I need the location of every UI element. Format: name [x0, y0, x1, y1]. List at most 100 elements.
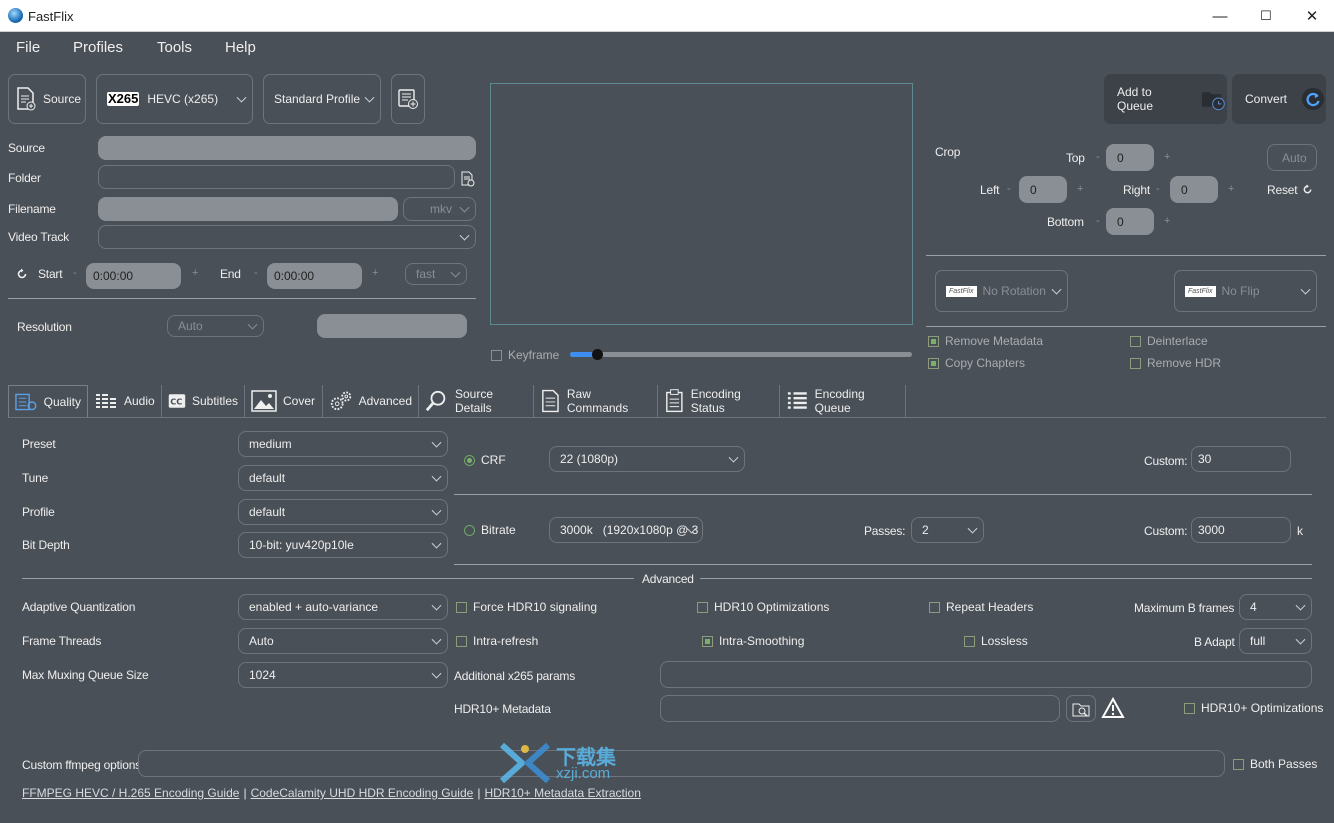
- crop-top-label: Top: [1066, 151, 1085, 165]
- copy-chapters-checkbox[interactable]: Copy Chapters: [928, 356, 1025, 370]
- codecalamity-guide-link[interactable]: CodeCalamity UHD HDR Encoding Guide: [251, 786, 474, 800]
- rotation-select[interactable]: FastFlix No Rotation: [935, 270, 1068, 312]
- close-button[interactable]: ✕: [1289, 0, 1334, 32]
- tab-encoding-status[interactable]: Encoding Status: [658, 385, 780, 417]
- crop-left-plus[interactable]: +: [1077, 183, 1083, 195]
- b-adapt-select[interactable]: full: [1239, 628, 1312, 654]
- start-minus[interactable]: -: [73, 267, 77, 279]
- crop-right-input[interactable]: 0: [1170, 176, 1218, 203]
- preset-select[interactable]: medium: [238, 431, 448, 457]
- folder-input[interactable]: [98, 165, 455, 189]
- tab-audio[interactable]: Audio: [88, 385, 162, 417]
- crop-auto-button[interactable]: Auto: [1267, 144, 1317, 171]
- minimize-button[interactable]: —: [1197, 0, 1243, 32]
- resolution-select[interactable]: Auto: [167, 315, 264, 337]
- hdr10plus-browse-button[interactable]: [1066, 695, 1096, 722]
- end-plus[interactable]: +: [372, 267, 378, 279]
- profile-select-quality[interactable]: default: [238, 499, 448, 525]
- new-profile-button[interactable]: [391, 74, 425, 124]
- tab-subtitles[interactable]: CC Subtitles: [162, 385, 245, 417]
- hdr10plus-extraction-link[interactable]: HDR10+ Metadata Extraction: [484, 786, 640, 800]
- max-b-frames-select[interactable]: 4: [1239, 594, 1312, 620]
- remove-metadata-box: [928, 335, 939, 347]
- tab-advanced[interactable]: Advanced: [323, 385, 419, 417]
- passes-select[interactable]: 2: [911, 517, 984, 543]
- filename-input[interactable]: [98, 197, 398, 221]
- bitrate-custom-input[interactable]: 3000: [1191, 517, 1291, 543]
- x265-params-input[interactable]: [660, 661, 1312, 688]
- max-muxing-select[interactable]: 1024: [238, 662, 448, 688]
- source-button[interactable]: Source: [8, 74, 86, 124]
- encoder-label: HEVC (x265): [147, 92, 219, 106]
- crop-right-plus[interactable]: +: [1228, 183, 1234, 195]
- preview-slider[interactable]: [570, 349, 912, 360]
- video-track-select[interactable]: [98, 225, 476, 249]
- custom-ffmpeg-input[interactable]: [138, 750, 1225, 777]
- crf-radio[interactable]: CRF: [464, 453, 506, 467]
- crop-reset-button[interactable]: Reset: [1267, 183, 1298, 197]
- extension-value: mkv: [430, 202, 452, 216]
- tune-select[interactable]: default: [238, 465, 448, 491]
- hdr10plus-metadata-input[interactable]: [660, 695, 1060, 722]
- hdr10plus-opt-checkbox[interactable]: HDR10+ Optimizations: [1184, 701, 1323, 715]
- tab-quality[interactable]: Quality: [8, 385, 88, 417]
- intra-refresh-checkbox[interactable]: Intra-refresh: [456, 634, 538, 648]
- reset-time-icon[interactable]: [16, 268, 28, 280]
- crop-bottom-plus[interactable]: +: [1164, 215, 1170, 227]
- crop-left-minus[interactable]: -: [1007, 183, 1011, 195]
- menu-profiles[interactable]: Profiles: [73, 39, 123, 56]
- tab-cover[interactable]: Cover: [245, 385, 323, 417]
- crf-custom-input[interactable]: 30: [1191, 446, 1291, 472]
- reset-icon[interactable]: [1302, 184, 1313, 195]
- extension-select[interactable]: mkv: [403, 197, 476, 221]
- tab-encoding-queue[interactable]: Encoding Queue: [780, 385, 906, 417]
- lossless-checkbox[interactable]: Lossless: [964, 634, 1028, 648]
- bitrate-select[interactable]: 3000k (1920x1080p @ 3: [549, 517, 703, 543]
- add-to-queue-button[interactable]: Add to Queue: [1104, 74, 1227, 124]
- bit-depth-select[interactable]: 10-bit: yuv420p10le: [238, 532, 448, 558]
- start-plus[interactable]: +: [192, 267, 198, 279]
- end-minus[interactable]: -: [254, 267, 258, 279]
- crop-bottom-minus[interactable]: -: [1096, 215, 1100, 227]
- crop-top-input[interactable]: 0: [1106, 144, 1154, 171]
- maximize-button[interactable]: ☐: [1243, 0, 1289, 32]
- bitrate-radio[interactable]: Bitrate: [464, 523, 516, 537]
- preview-slider-handle[interactable]: [592, 349, 604, 360]
- aq-select[interactable]: enabled + auto-variance: [238, 594, 448, 620]
- crf-select[interactable]: 22 (1080p): [549, 446, 745, 472]
- crop-left-input[interactable]: 0: [1019, 176, 1067, 203]
- both-passes-checkbox[interactable]: Both Passes: [1233, 757, 1317, 771]
- ffmpeg-hevc-guide-link[interactable]: FFMPEG HEVC / H.265 Encoding Guide: [22, 786, 239, 800]
- crop-right-minus[interactable]: -: [1156, 183, 1160, 195]
- end-time-input[interactable]: 0:00:00: [267, 263, 362, 289]
- folder-browse-icon[interactable]: [460, 171, 476, 187]
- encoder-select[interactable]: X265 HEVC (x265): [96, 74, 253, 124]
- bit-depth-value: 10-bit: yuv420p10le: [249, 538, 354, 552]
- audio-icon: [96, 394, 116, 408]
- profile-select[interactable]: Standard Profile: [263, 74, 381, 124]
- keyframe-checkbox[interactable]: Keyframe: [491, 348, 559, 362]
- menu-file[interactable]: File: [16, 39, 40, 56]
- intra-smoothing-checkbox[interactable]: Intra-Smoothing: [702, 634, 804, 648]
- remove-hdr-checkbox[interactable]: Remove HDR: [1130, 356, 1221, 370]
- folder-label: Folder: [8, 171, 41, 185]
- crop-top-minus[interactable]: -: [1096, 151, 1100, 163]
- tab-source-details[interactable]: Source Details: [419, 385, 534, 417]
- repeat-headers-checkbox[interactable]: Repeat Headers: [929, 600, 1033, 614]
- crop-top-plus[interactable]: +: [1164, 151, 1170, 163]
- menu-tools[interactable]: Tools: [157, 39, 192, 56]
- force-hdr10-checkbox[interactable]: Force HDR10 signaling: [456, 600, 597, 614]
- intra-refresh-label: Intra-refresh: [473, 634, 539, 648]
- flip-select[interactable]: FastFlix No Flip: [1174, 270, 1317, 312]
- deinterlace-checkbox[interactable]: Deinterlace: [1130, 334, 1208, 348]
- hdr10-opt-checkbox[interactable]: HDR10 Optimizations: [697, 600, 829, 614]
- menu-help[interactable]: Help: [225, 39, 256, 56]
- convert-button[interactable]: Convert: [1232, 74, 1326, 124]
- remove-metadata-checkbox[interactable]: Remove Metadata: [928, 334, 1043, 348]
- start-time-input[interactable]: 0:00:00: [86, 263, 181, 289]
- tab-raw-commands[interactable]: Raw Commands: [534, 385, 658, 417]
- crop-bottom-input[interactable]: 0: [1106, 208, 1154, 235]
- seek-mode-select[interactable]: fast: [405, 263, 467, 285]
- frame-threads-select[interactable]: Auto: [238, 628, 448, 654]
- custom-resolution-input[interactable]: [317, 314, 467, 338]
